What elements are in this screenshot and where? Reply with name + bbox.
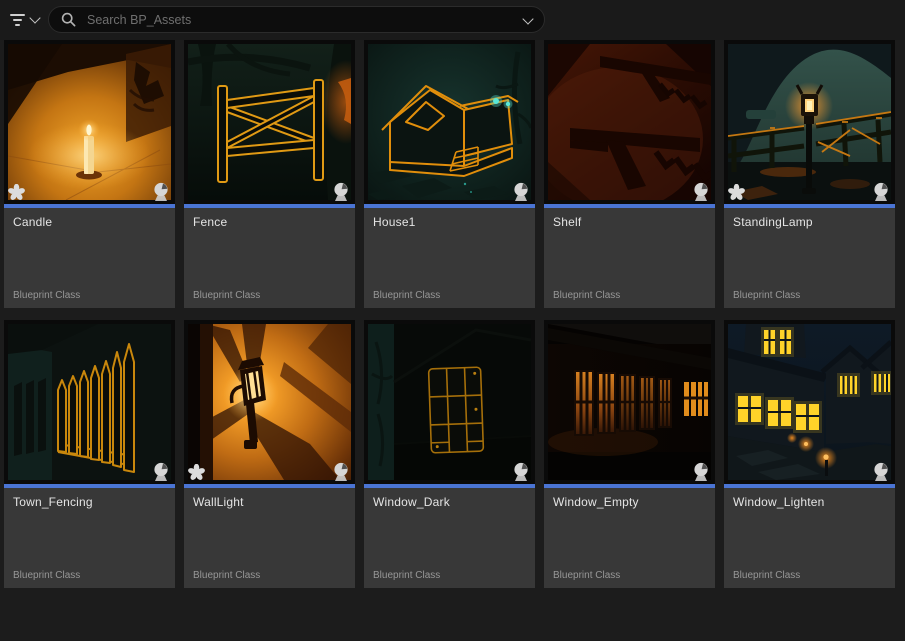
- fence-thumbnail-art: [188, 44, 351, 200]
- asset-info: WallLight Blueprint Class: [184, 488, 355, 588]
- window-dark-thumbnail-art: [368, 324, 531, 480]
- preview-sphere-icon: [512, 462, 530, 482]
- preview-sphere-icon: [872, 182, 890, 202]
- town-fencing-thumbnail-art: [8, 324, 171, 480]
- search-icon: [61, 12, 76, 27]
- asset-tile-house1[interactable]: House1 Blueprint Class: [364, 40, 535, 308]
- asset-type-label: Blueprint Class: [733, 290, 801, 301]
- candle-thumbnail-art: [8, 44, 171, 200]
- asset-name: WallLight: [193, 495, 244, 509]
- unsaved-changes-icon: [728, 184, 745, 201]
- asset-tile-standinglamp[interactable]: StandingLamp Blueprint Class: [724, 40, 895, 308]
- asset-type-label: Blueprint Class: [373, 290, 441, 301]
- asset-info: Window_Lighten Blueprint Class: [724, 488, 895, 588]
- asset-type-label: Blueprint Class: [733, 570, 801, 581]
- window-lighten-thumbnail-art: [728, 324, 891, 480]
- asset-type-label: Blueprint Class: [13, 290, 81, 301]
- asset-type-label: Blueprint Class: [13, 570, 81, 581]
- asset-tile-fence[interactable]: Fence Blueprint Class: [184, 40, 355, 308]
- house1-thumbnail-art: [368, 44, 531, 200]
- asset-thumbnail: [184, 40, 355, 204]
- filter-icon: [9, 14, 25, 26]
- asset-tile-shelf[interactable]: Shelf Blueprint Class: [544, 40, 715, 308]
- asset-tile-town-fencing[interactable]: Town_Fencing Blueprint Class: [4, 320, 175, 588]
- search-input[interactable]: [85, 11, 524, 28]
- asset-info: Shelf Blueprint Class: [544, 208, 715, 308]
- asset-tile-window-lighten[interactable]: Window_Lighten Blueprint Class: [724, 320, 895, 588]
- asset-name: Window_Empty: [553, 495, 639, 509]
- asset-thumbnail: [544, 320, 715, 484]
- asset-info: Candle Blueprint Class: [4, 208, 175, 308]
- asset-name: Window_Lighten: [733, 495, 825, 509]
- asset-name: Candle: [13, 215, 53, 229]
- asset-thumbnail: [4, 40, 175, 204]
- asset-name: Window_Dark: [373, 495, 450, 509]
- asset-thumbnail: [184, 320, 355, 484]
- asset-thumbnail: [364, 320, 535, 484]
- asset-type-label: Blueprint Class: [553, 290, 621, 301]
- preview-sphere-icon: [152, 182, 170, 202]
- asset-thumbnail: [724, 40, 895, 204]
- preview-sphere-icon: [512, 182, 530, 202]
- asset-grid: Candle Blueprint Class Fence Blueprint C…: [0, 40, 905, 588]
- window-empty-thumbnail-art: [548, 324, 711, 480]
- asset-type-label: Blueprint Class: [193, 570, 261, 581]
- asset-tile-candle[interactable]: Candle Blueprint Class: [4, 40, 175, 308]
- asset-tile-window-empty[interactable]: Window_Empty Blueprint Class: [544, 320, 715, 588]
- asset-type-label: Blueprint Class: [373, 570, 441, 581]
- preview-sphere-icon: [872, 462, 890, 482]
- asset-thumbnail: [544, 40, 715, 204]
- unsaved-changes-icon: [8, 184, 25, 201]
- preview-sphere-icon: [332, 182, 350, 202]
- preview-sphere-icon: [692, 462, 710, 482]
- asset-name: Town_Fencing: [13, 495, 93, 509]
- chevron-down-icon: [29, 12, 41, 24]
- asset-name: Fence: [193, 215, 228, 229]
- asset-info: House1 Blueprint Class: [364, 208, 535, 308]
- asset-name: StandingLamp: [733, 215, 813, 229]
- asset-tile-walllight[interactable]: WallLight Blueprint Class: [184, 320, 355, 588]
- asset-type-label: Blueprint Class: [193, 290, 261, 301]
- standinglamp-thumbnail-art: [728, 44, 891, 200]
- preview-sphere-icon: [152, 462, 170, 482]
- asset-info: Town_Fencing Blueprint Class: [4, 488, 175, 588]
- asset-type-label: Blueprint Class: [553, 570, 621, 581]
- unsaved-changes-icon: [188, 464, 205, 481]
- asset-thumbnail: [724, 320, 895, 484]
- shelf-thumbnail-art: [548, 44, 711, 200]
- asset-tile-window-dark[interactable]: Window_Dark Blueprint Class: [364, 320, 535, 588]
- asset-info: StandingLamp Blueprint Class: [724, 208, 895, 308]
- asset-name: House1: [373, 215, 416, 229]
- asset-thumbnail: [4, 320, 175, 484]
- asset-info: Fence Blueprint Class: [184, 208, 355, 308]
- filters-button[interactable]: [9, 8, 41, 32]
- search-options-chevron-icon[interactable]: [522, 12, 534, 25]
- asset-thumbnail: [364, 40, 535, 204]
- preview-sphere-icon: [332, 462, 350, 482]
- asset-info: Window_Empty Blueprint Class: [544, 488, 715, 588]
- asset-info: Window_Dark Blueprint Class: [364, 488, 535, 588]
- search-bar[interactable]: [48, 6, 545, 33]
- preview-sphere-icon: [692, 182, 710, 202]
- asset-name: Shelf: [553, 215, 582, 229]
- walllight-thumbnail-art: [188, 324, 351, 480]
- content-browser-toolbar: [0, 0, 905, 40]
